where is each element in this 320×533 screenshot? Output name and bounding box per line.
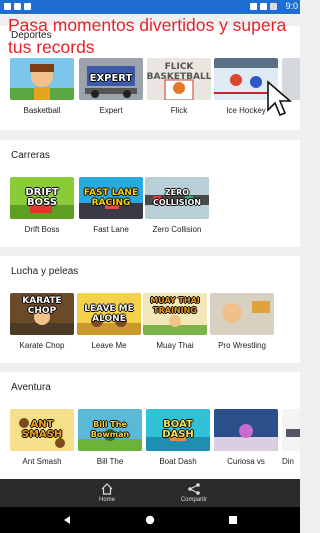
back-icon[interactable]	[62, 515, 72, 525]
nav-home[interactable]: Home	[67, 479, 147, 507]
home-circle-icon[interactable]	[145, 515, 155, 525]
game-tile-flick[interactable]: FLICK BASKETBALL Flick	[147, 58, 211, 138]
game-thumbnail: Bill The Bowman	[78, 409, 142, 451]
game-tile-leave-me[interactable]: LEAVE ME ALONE Leave Me	[77, 293, 141, 373]
game-thumbnail	[214, 409, 278, 451]
game-label: Boat Dash	[159, 457, 197, 466]
section-carreras: Carreras DRIFT BOSS Drift Boss FAST LANE…	[0, 140, 300, 247]
game-tile-zero-collision[interactable]: ZERO COLLISION Zero Collision	[145, 177, 209, 257]
notification-icon	[14, 3, 21, 10]
game-tile-din[interactable]: Din	[282, 409, 300, 489]
battery-icon	[270, 3, 277, 10]
game-thumbnail	[282, 409, 300, 451]
game-tile-ant-smash[interactable]: ANT SMASH Ant Smash	[10, 409, 74, 489]
game-tile-karate-chop[interactable]: KARATE CHOP Karate Chop	[10, 293, 74, 373]
game-row: KARATE CHOP Karate Chop LEAVE ME ALONE L…	[0, 293, 300, 373]
game-row: ANT SMASH Ant Smash Bill The Bowman Bill…	[0, 409, 300, 489]
nav-share-label: Compartir	[180, 497, 208, 503]
section-title: Carreras	[11, 150, 50, 161]
share-icon	[188, 483, 200, 495]
promo-banner-text: Pasa momentos divertidos y supera tus re…	[8, 15, 287, 57]
status-bar: 9:0	[0, 0, 300, 14]
game-tile-bill-the[interactable]: Bill The Bowman Bill The	[78, 409, 142, 489]
game-row: DRIFT BOSS Drift Boss FAST LANE RACING F…	[0, 177, 300, 257]
app-screen: 9:0 Pasa momentos divertidos y supera tu…	[0, 0, 300, 533]
game-label: Basketball	[23, 106, 61, 115]
game-label: Bill The	[96, 457, 124, 466]
game-tile-curiosa-vs[interactable]: Curiosa vs	[214, 409, 278, 489]
game-thumbnail	[10, 58, 74, 100]
game-thumbnail: BOAT DASH	[146, 409, 210, 451]
nav-home-label: Home	[98, 497, 115, 503]
game-label: Ant Smash	[22, 457, 62, 466]
game-thumbnail: KARATE CHOP	[10, 293, 74, 335]
nav-share[interactable]: Compartir	[154, 479, 234, 507]
recents-icon[interactable]	[228, 515, 238, 525]
game-thumbnail: MUAY THAI TRAINING	[143, 293, 207, 335]
game-tile-muay-thai[interactable]: MUAY THAI TRAINING Muay Thai	[143, 293, 207, 373]
notification-icon	[24, 3, 31, 10]
game-tile-boat-dash[interactable]: BOAT DASH Boat Dash	[146, 409, 210, 489]
game-label: Zero Collision	[152, 225, 202, 234]
game-label: Drift Boss	[24, 225, 60, 234]
game-label: Curiosa vs	[227, 457, 265, 466]
game-label: Muay Thai	[156, 341, 194, 350]
cursor-icon	[267, 80, 293, 117]
game-tile-fast-lane[interactable]: FAST LANE RACING Fast Lane	[79, 177, 143, 257]
game-thumbnail: ZERO COLLISION	[145, 177, 209, 219]
game-label: Leave Me	[91, 341, 127, 350]
game-label: Fast Lane	[93, 225, 129, 234]
section-lucha-y-peleas: Lucha y peleas KARATE CHOP Karate Chop L…	[0, 256, 300, 363]
game-thumbnail: EXPERT	[79, 58, 143, 100]
wifi-icon	[250, 3, 257, 10]
game-label: Pro Wrestling	[218, 341, 266, 350]
section-title: Aventura	[11, 382, 51, 393]
game-thumbnail: ANT SMASH	[10, 409, 74, 451]
game-thumbnail	[210, 293, 274, 335]
game-label: Flick	[170, 106, 188, 115]
section-aventura: Aventura ANT SMASH Ant Smash Bill The Bo…	[0, 372, 300, 479]
game-tile-drift-boss[interactable]: DRIFT BOSS Drift Boss	[10, 177, 74, 257]
home-icon	[101, 483, 113, 495]
notification-icon	[4, 3, 11, 10]
game-thumbnail: LEAVE ME ALONE	[77, 293, 141, 335]
status-time: 9:0	[285, 1, 298, 11]
game-tile-basketball[interactable]: Basketball	[10, 58, 74, 138]
game-tile-pro-wrestling[interactable]: Pro Wrestling	[210, 293, 274, 373]
game-tile-expert[interactable]: EXPERT Expert	[79, 58, 143, 138]
section-title: Lucha y peleas	[11, 266, 79, 277]
system-navigation-bar	[0, 507, 300, 533]
game-thumbnail: FLICK BASKETBALL	[147, 58, 211, 100]
game-thumbnail: DRIFT BOSS	[10, 177, 74, 219]
game-thumbnail: FAST LANE RACING	[79, 177, 143, 219]
signal-icon	[260, 3, 267, 10]
bottom-navigation: Home Compartir	[0, 479, 300, 507]
game-label: Karate Chop	[19, 341, 65, 350]
game-label: Din	[282, 457, 295, 466]
game-row: Basketball EXPERT Expert FLICK BASKETBAL…	[0, 58, 300, 138]
game-label: Expert	[99, 106, 123, 115]
